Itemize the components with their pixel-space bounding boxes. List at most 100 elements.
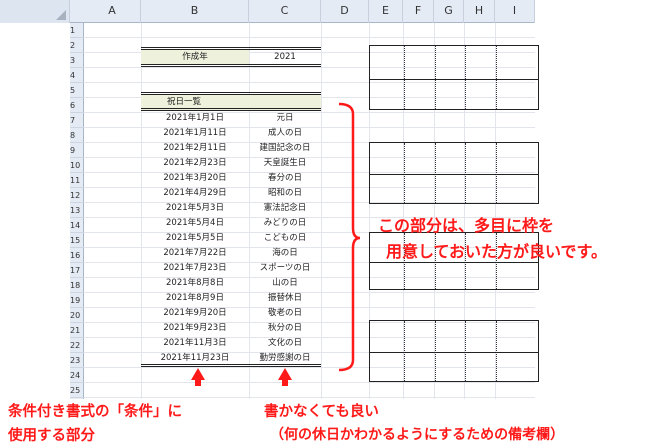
- calendar-column-divider: [465, 321, 466, 381]
- holiday-date-cell[interactable]: 2021年4月29日: [141, 186, 249, 201]
- holiday-date-cell[interactable]: 2021年8月9日: [141, 291, 249, 306]
- calendar-block-1[interactable]: [369, 45, 539, 110]
- calendar-column-divider: [465, 46, 466, 109]
- holiday-date-cell[interactable]: 2021年2月23日: [141, 156, 249, 171]
- holiday-name-cell[interactable]: 元日: [249, 111, 321, 126]
- calendar-column-divider: [404, 46, 405, 109]
- column-header-f[interactable]: F: [403, 0, 434, 23]
- row-header-12[interactable]: 12: [70, 188, 84, 203]
- row-header-17[interactable]: 17: [70, 263, 84, 278]
- row-header-15[interactable]: 15: [70, 233, 84, 248]
- holiday-date-cell[interactable]: 2021年3月20日: [141, 171, 249, 186]
- column-header-e[interactable]: E: [369, 0, 403, 23]
- holiday-name-cell[interactable]: 秋分の日: [249, 321, 321, 336]
- holiday-date-cell[interactable]: 2021年1月11日: [141, 126, 249, 141]
- holiday-name-cell[interactable]: 建国記念の日: [249, 141, 321, 156]
- column-header-i[interactable]: I: [495, 0, 535, 23]
- column-header-g[interactable]: G: [434, 0, 464, 23]
- row-header-24[interactable]: 24: [70, 368, 84, 383]
- holiday-name-cell[interactable]: こどもの日: [249, 231, 321, 246]
- column-header-a[interactable]: A: [84, 0, 141, 23]
- grid-row-line: [84, 382, 535, 383]
- calendar-block-2[interactable]: [369, 142, 539, 204]
- calendar-row-divider: [370, 79, 538, 80]
- calendar-column-divider: [435, 46, 436, 109]
- holiday-date-cell[interactable]: 2021年11月3日: [141, 336, 249, 351]
- column-header-h[interactable]: H: [464, 0, 495, 23]
- row-header-21[interactable]: 21: [70, 323, 84, 338]
- holiday-date-cell[interactable]: 2021年9月23日: [141, 321, 249, 336]
- calendar-column-divider: [435, 143, 436, 203]
- calendar-block-4[interactable]: [369, 320, 539, 382]
- holiday-date-cell[interactable]: 2021年5月4日: [141, 216, 249, 231]
- created-year-bottom-border: [141, 64, 321, 67]
- holiday-name-cell[interactable]: スポーツの日: [249, 261, 321, 276]
- row-header-1[interactable]: 1: [70, 23, 84, 38]
- created-year-value[interactable]: 2021: [249, 50, 321, 65]
- row-header-25[interactable]: 25: [70, 383, 84, 398]
- select-all-icon: [56, 10, 66, 20]
- row-header-14[interactable]: 14: [70, 218, 84, 233]
- row-header-8[interactable]: 8: [70, 128, 84, 143]
- row-header-5[interactable]: 5: [70, 83, 84, 98]
- column-header-bar: A B C D E F G H I: [0, 0, 535, 23]
- holiday-name-cell[interactable]: 春分の日: [249, 171, 321, 186]
- holiday-date-cell[interactable]: 2021年9月20日: [141, 306, 249, 321]
- grid-column-line: [321, 23, 322, 399]
- row-header-20[interactable]: 20: [70, 308, 84, 323]
- row-header-22[interactable]: 22: [70, 338, 84, 353]
- row-header-13[interactable]: 13: [70, 203, 84, 218]
- calendar-column-divider: [404, 143, 405, 203]
- holiday-name-cell[interactable]: 海の日: [249, 246, 321, 261]
- created-year-label[interactable]: 作成年: [141, 50, 249, 65]
- holiday-date-cell[interactable]: 2021年2月11日: [141, 141, 249, 156]
- row-header-9[interactable]: 9: [70, 143, 84, 158]
- holiday-name-cell[interactable]: 昭和の日: [249, 186, 321, 201]
- holiday-name-cell[interactable]: 成人の日: [249, 126, 321, 141]
- row-header-3[interactable]: 3: [70, 53, 84, 68]
- holiday-name-cell[interactable]: 天皇誕生日: [249, 156, 321, 171]
- grid-row-line: [84, 397, 535, 398]
- calendar-row-divider: [370, 352, 538, 353]
- calendar-column-divider: [435, 321, 436, 381]
- column-header-c[interactable]: C: [249, 0, 321, 23]
- calendar-row-divider: [370, 174, 538, 175]
- column-header-b[interactable]: B: [141, 0, 249, 23]
- holiday-name-cell[interactable]: 山の日: [249, 276, 321, 291]
- holiday-date-cell[interactable]: 2021年1月1日: [141, 111, 249, 126]
- calendar-column-divider: [465, 143, 466, 203]
- holiday-name-cell[interactable]: 敬老の日: [249, 306, 321, 321]
- calendar-row-divider: [370, 262, 538, 263]
- holiday-date-cell[interactable]: 2021年5月5日: [141, 231, 249, 246]
- row-header-2[interactable]: 2: [70, 38, 84, 53]
- calendar-column-divider: [496, 143, 497, 203]
- holiday-name-cell[interactable]: 憲法記念日: [249, 201, 321, 216]
- arrow-up-icon-date: [191, 368, 205, 386]
- holiday-date-cell[interactable]: 2021年7月22日: [141, 246, 249, 261]
- calendar-column-divider: [404, 321, 405, 381]
- holiday-date-cell[interactable]: 2021年8月8日: [141, 276, 249, 291]
- annotation-right-line1: この部分は、多目に枠を: [378, 216, 555, 235]
- holiday-name-cell[interactable]: みどりの日: [249, 216, 321, 231]
- row-header-4[interactable]: 4: [70, 68, 84, 83]
- column-header-d[interactable]: D: [321, 0, 369, 23]
- holiday-name-cell[interactable]: 振替休日: [249, 291, 321, 306]
- row-header-16[interactable]: 16: [70, 248, 84, 263]
- row-header-7[interactable]: 7: [70, 113, 84, 128]
- holiday-date-cell[interactable]: 2021年5月3日: [141, 201, 249, 216]
- grid-row-line: [84, 37, 535, 38]
- holiday-date-cell[interactable]: 2021年7月23日: [141, 261, 249, 276]
- row-header-6[interactable]: 6: [70, 98, 84, 113]
- row-header-10[interactable]: 10: [70, 158, 84, 173]
- row-header-23[interactable]: 23: [70, 353, 84, 368]
- row-header-19[interactable]: 19: [70, 293, 84, 308]
- select-all-corner[interactable]: [0, 0, 70, 23]
- row-header-11[interactable]: 11: [70, 173, 84, 188]
- annotation-right-line2: 用意しておいた方が良いです。: [386, 242, 607, 261]
- bracket-icon: [338, 102, 361, 372]
- calendar-column-divider: [496, 46, 497, 109]
- holiday-name-cell[interactable]: 文化の日: [249, 336, 321, 351]
- row-header-18[interactable]: 18: [70, 278, 84, 293]
- annotation-bottom-mid-line1: 書かなくても良い: [264, 404, 379, 420]
- annotation-bottom-left-line1: 条件付き書式の「条件」に: [8, 404, 182, 420]
